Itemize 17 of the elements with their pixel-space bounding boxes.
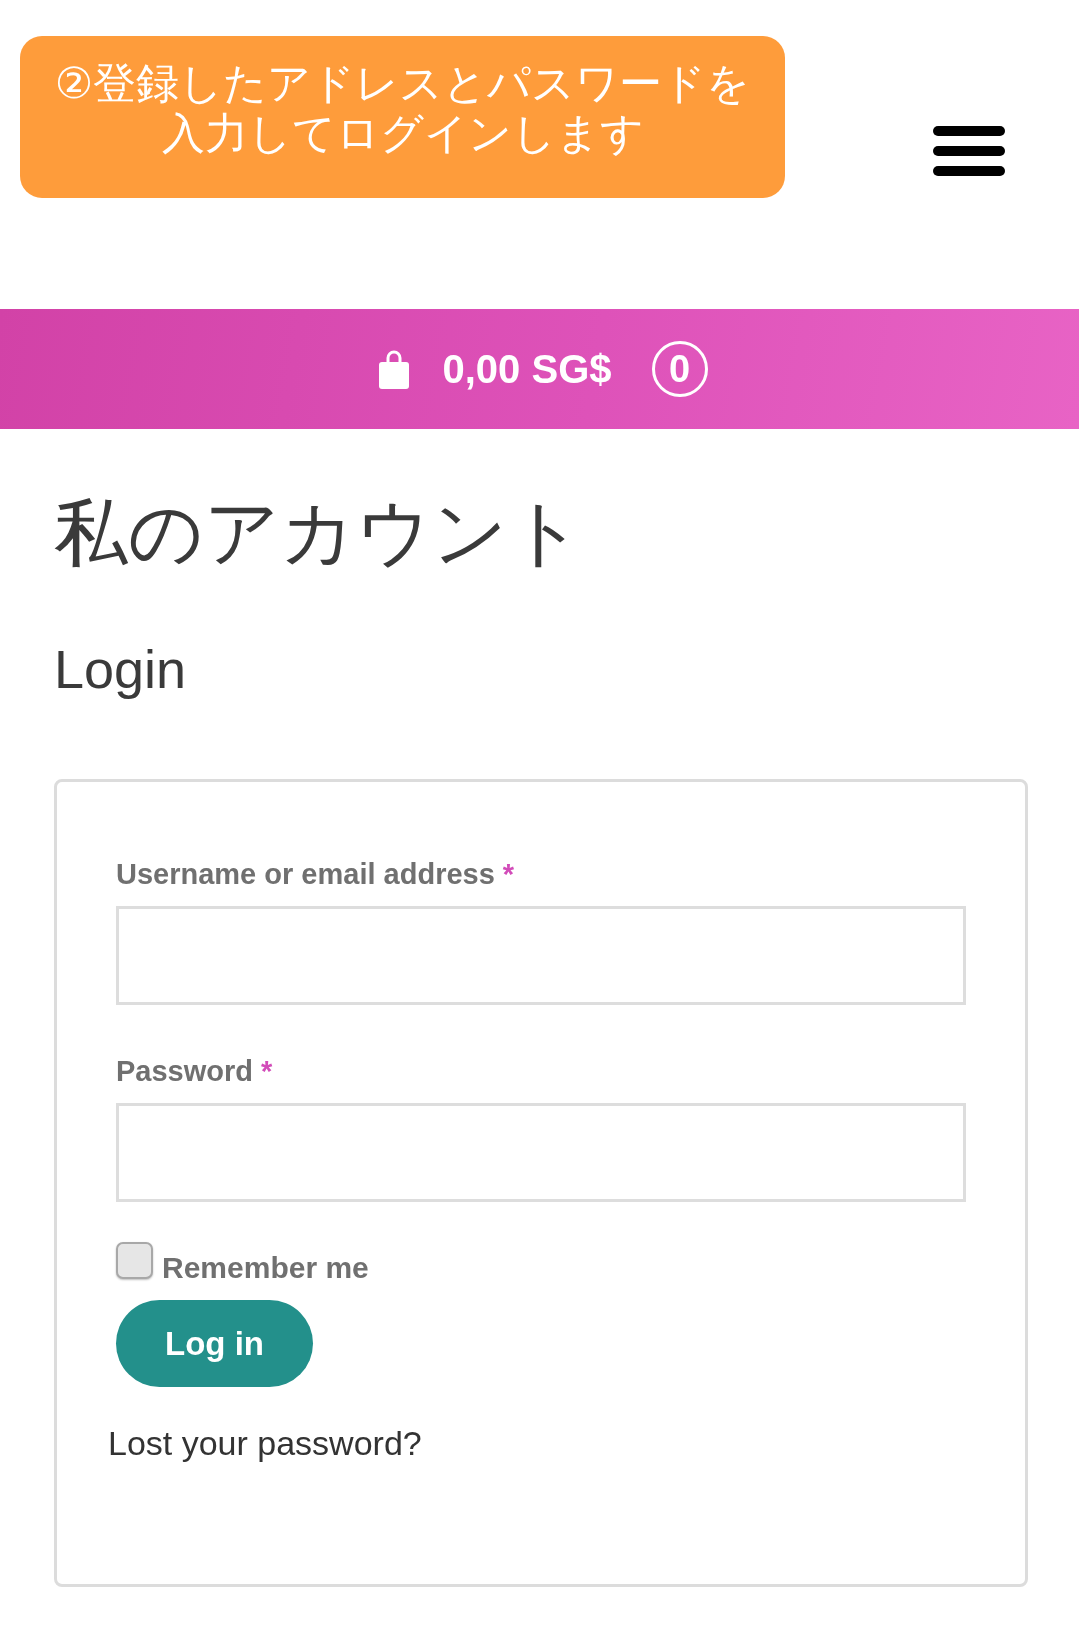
remember-label: Remember me <box>162 1250 369 1286</box>
cart-total[interactable]: 0,00 SG$ <box>442 345 612 393</box>
shopping-bag-icon <box>379 349 410 389</box>
required-mark: * <box>261 1054 273 1089</box>
required-mark: * <box>502 857 515 892</box>
field-label: Username or email address <box>116 857 495 892</box>
cart-count-badge: 0 <box>651 341 708 397</box>
input-field[interactable] <box>116 906 966 1005</box>
page-title: 私のアカウント <box>54 488 584 577</box>
remember-checkbox[interactable] <box>116 1242 153 1279</box>
login-button[interactable]: Log in <box>116 1300 313 1387</box>
menu-icon[interactable] <box>933 126 1005 176</box>
input-field[interactable] <box>116 1103 966 1202</box>
field-label: Password <box>116 1054 253 1089</box>
instruction-callout: ②登録したアドレスとパスワードを入力してログインします <box>20 36 785 198</box>
lost-password-link[interactable]: Lost your password? <box>108 1421 422 1465</box>
section-title: Login <box>54 638 187 701</box>
